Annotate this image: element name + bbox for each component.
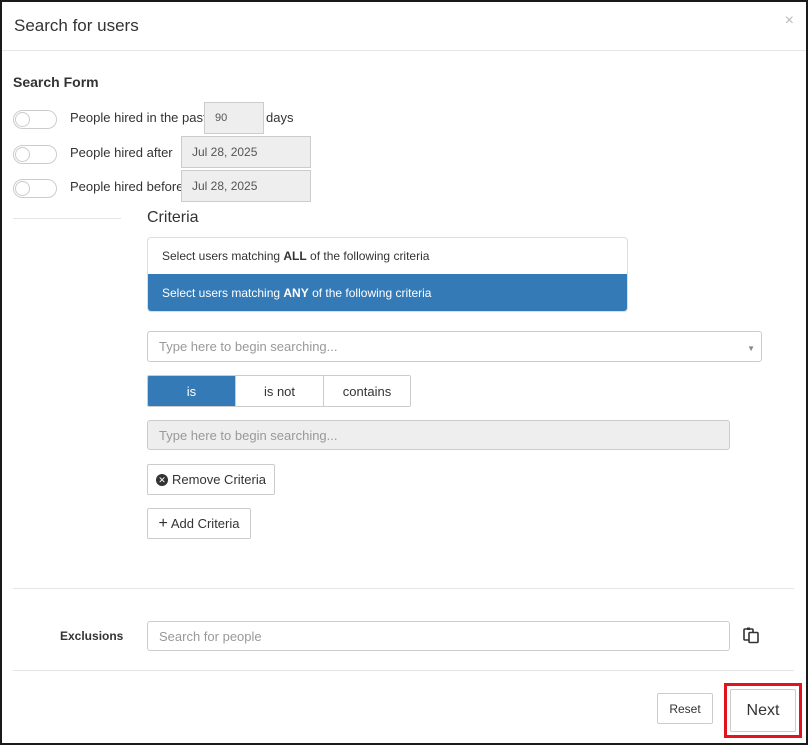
form-divider: [13, 218, 121, 219]
match-all-suffix: of the following criteria: [306, 249, 430, 263]
hired-before-toggle[interactable]: [13, 179, 57, 198]
hired-past-toggle[interactable]: [13, 110, 57, 129]
footer-divider: [13, 670, 794, 671]
chevron-down-icon: ▼: [747, 344, 755, 353]
close-icon[interactable]: ×: [785, 12, 794, 30]
add-criteria-button[interactable]: + Add Criteria: [147, 508, 251, 539]
remove-criteria-button[interactable]: ✕ Remove Criteria: [147, 464, 275, 495]
header-divider: [2, 50, 806, 51]
modal-title: Search for users: [14, 16, 139, 35]
operator-contains[interactable]: contains: [324, 376, 410, 406]
match-all-prefix: Select users matching: [162, 249, 284, 263]
match-all-strong: ALL: [283, 249, 307, 263]
match-mode-list: Select users matching ALL of the followi…: [147, 237, 628, 312]
clipboard-icon[interactable]: [742, 626, 762, 646]
search-form-title: Search Form: [13, 74, 99, 90]
operator-is-not[interactable]: is not: [236, 376, 324, 406]
days-label: days: [266, 110, 294, 125]
toggle-knob: [15, 112, 30, 127]
hired-after-date-input[interactable]: Jul 28, 2025: [181, 136, 311, 168]
exclusions-search-input[interactable]: Search for people: [147, 621, 730, 651]
criteria-divider: [13, 588, 794, 589]
hired-past-label: People hired in the past: [70, 110, 207, 125]
match-all-option[interactable]: Select users matching ALL of the followi…: [148, 238, 627, 274]
criteria-title: Criteria: [147, 209, 199, 226]
add-criteria-label: Add Criteria: [170, 516, 240, 531]
match-any-suffix: of the following criteria: [308, 285, 432, 300]
match-any-option[interactable]: Select users matching ANY of the followi…: [148, 274, 627, 311]
next-button[interactable]: Next: [730, 689, 796, 732]
hired-before-label: People hired before: [70, 179, 184, 194]
remove-criteria-label: Remove Criteria: [172, 472, 266, 487]
operator-selector: is is not contains: [147, 375, 411, 407]
exclusions-label: Exclusions: [60, 629, 124, 643]
toggle-knob: [15, 147, 30, 162]
match-any-strong: ANY: [283, 285, 309, 300]
reset-button[interactable]: Reset: [657, 693, 713, 724]
match-any-prefix: Select users matching: [162, 285, 284, 300]
criteria-attribute-placeholder: Type here to begin searching...: [159, 339, 338, 354]
hired-after-toggle[interactable]: [13, 145, 57, 164]
hired-past-days-input[interactable]: 90: [204, 102, 264, 134]
search-users-modal: Search for users × Search Form People hi…: [0, 0, 808, 745]
hired-before-date-input[interactable]: Jul 28, 2025: [181, 170, 311, 202]
toggle-knob: [15, 181, 30, 196]
criteria-attribute-select[interactable]: Type here to begin searching... ▼: [147, 331, 762, 362]
operator-is[interactable]: is: [148, 376, 236, 406]
hired-after-label: People hired after: [70, 145, 173, 160]
criteria-value-input[interactable]: Type here to begin searching...: [147, 420, 730, 450]
remove-circle-icon: ✕: [156, 473, 169, 486]
plus-icon: +: [158, 514, 168, 532]
